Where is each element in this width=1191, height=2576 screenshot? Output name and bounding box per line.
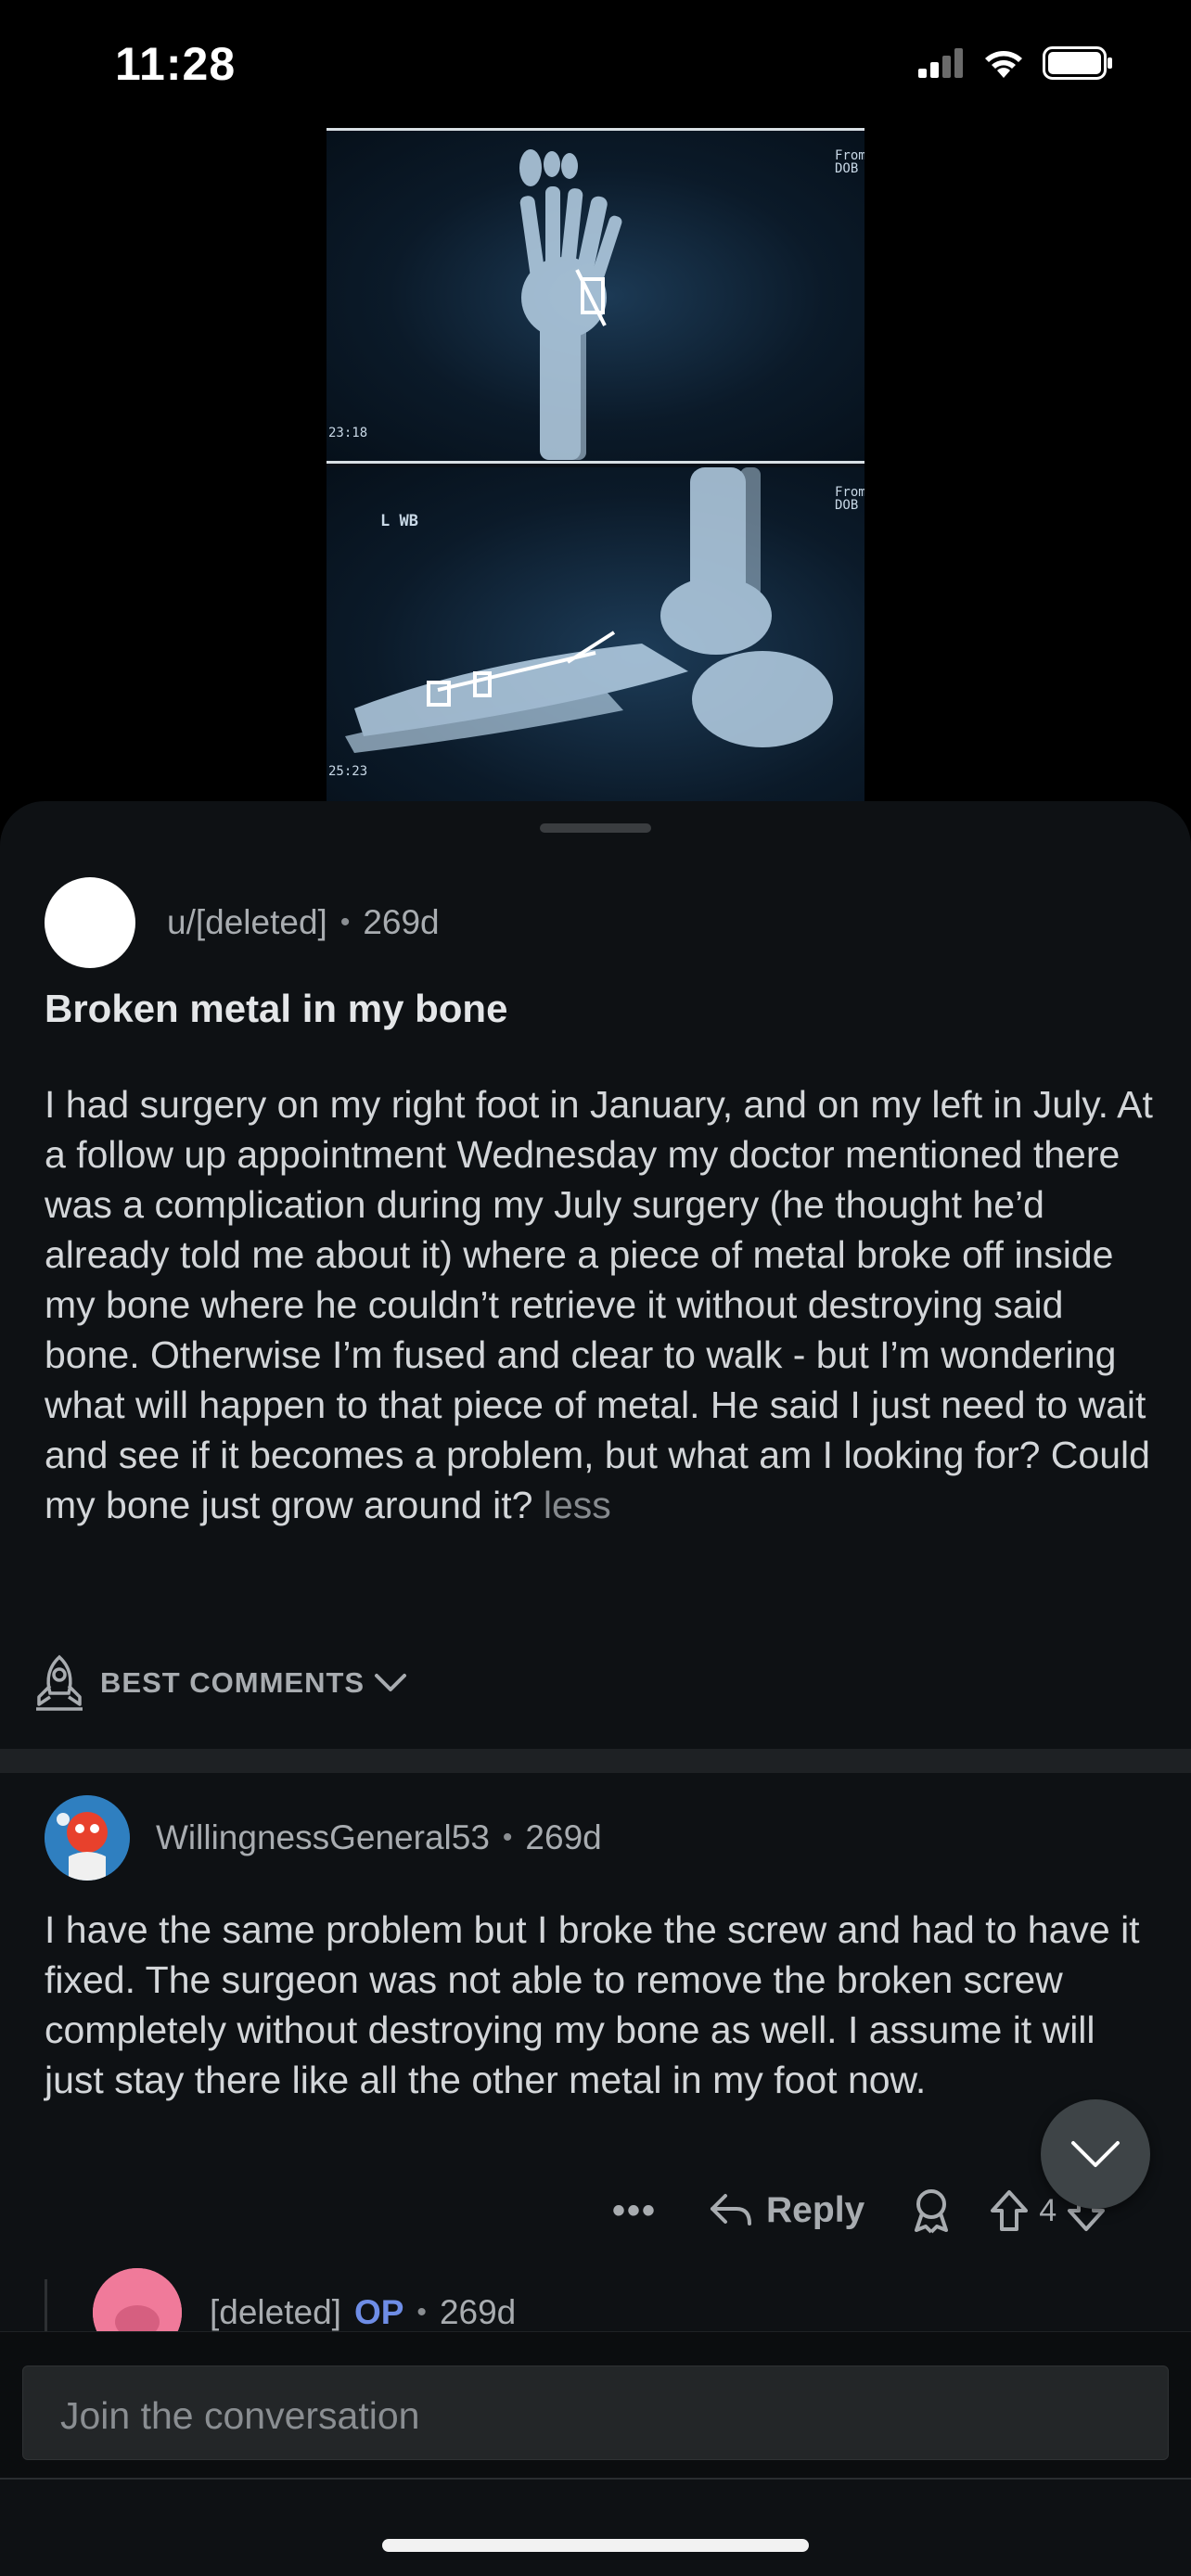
reply-label: Reply — [766, 2190, 865, 2230]
reply-author[interactable]: [deleted] — [210, 2293, 341, 2332]
sort-label: BEST COMMENTS — [100, 1666, 365, 1699]
upvote-icon[interactable] — [989, 2188, 1030, 2233]
xray-label-lwb: L WB — [380, 512, 418, 530]
snoo-avatar-icon — [45, 1795, 130, 1881]
separator-dot: • — [339, 907, 351, 937]
composer-placeholder: Join the conversation — [60, 2394, 420, 2437]
cellular-signal-icon — [918, 48, 963, 78]
reply-age: 269d — [439, 2293, 517, 2331]
comment-sort-button[interactable]: BEST COMMENTS — [33, 1654, 407, 1712]
post-body-text: I had surgery on my right foot in Januar… — [45, 1083, 1153, 1526]
battery-icon — [1043, 46, 1112, 80]
status-time: 11:28 — [115, 38, 237, 90]
post-image[interactable]: From DOB 0 23:18 L WB From DOB 0 25:23 — [327, 128, 864, 805]
composer-bar: Join the conversation — [0, 2331, 1191, 2480]
more-options-button[interactable]: ••• — [612, 2190, 657, 2232]
comment-author-avatar[interactable] — [45, 1795, 130, 1881]
section-divider — [0, 1749, 1191, 1773]
jump-to-next-comment-button[interactable] — [1041, 2099, 1150, 2209]
join-conversation-input[interactable]: Join the conversation — [22, 2366, 1169, 2460]
foot-top-xray-graphic — [519, 149, 622, 460]
post-header: u/[deleted] • 269d — [45, 877, 440, 968]
rocket-icon — [36, 1654, 83, 1711]
chevron-down-icon — [375, 1674, 407, 1691]
xray-corner-text-top: From DOB 0 — [835, 148, 864, 176]
post-body: I had surgery on my right foot in Januar… — [45, 1079, 1158, 1530]
post-title: Broken metal in my bone — [45, 987, 508, 1030]
reply-button[interactable]: Reply — [709, 2190, 864, 2231]
post-author-avatar[interactable] — [45, 877, 135, 968]
post-age: 269d — [363, 903, 440, 941]
comment-body: I have the same problem but I broke the … — [45, 1908, 1140, 2101]
show-less-link[interactable]: less — [544, 1484, 611, 1526]
op-badge: OP — [353, 2293, 404, 2331]
wifi-icon — [985, 51, 1022, 78]
chevron-down-icon — [1071, 2141, 1120, 2167]
xray-top-view: From DOB 0 23:18 — [327, 128, 864, 464]
comment-header: WillingnessGeneral53 • 269d — [45, 1795, 602, 1881]
xray-side-text-top: 23:18 — [328, 426, 368, 440]
status-bar: 11:28 — [0, 0, 1191, 130]
xray-side-text-bottom: 25:23 — [328, 764, 368, 779]
vote-score: 4 — [1039, 2192, 1057, 2228]
home-indicator[interactable] — [382, 2539, 809, 2552]
xray-side-view: L WB From DOB 0 25:23 — [327, 467, 864, 805]
post-author[interactable]: u/[deleted] — [167, 903, 327, 942]
post-sheet[interactable]: u/[deleted] • 269d Broken metal in my bo… — [0, 801, 1191, 2576]
separator-dot: • — [416, 2297, 427, 2327]
comment-age: 269d — [525, 1818, 602, 1856]
comment-author[interactable]: WillingnessGeneral53 — [156, 1818, 490, 1857]
reply-arrow-icon — [711, 2194, 752, 2225]
sheet-drag-handle[interactable] — [540, 823, 651, 833]
separator-dot: • — [502, 1822, 513, 1853]
status-icons — [918, 46, 1113, 80]
xray-corner-text-bottom: From DOB 0 — [835, 485, 864, 513]
award-icon[interactable] — [911, 2187, 952, 2234]
